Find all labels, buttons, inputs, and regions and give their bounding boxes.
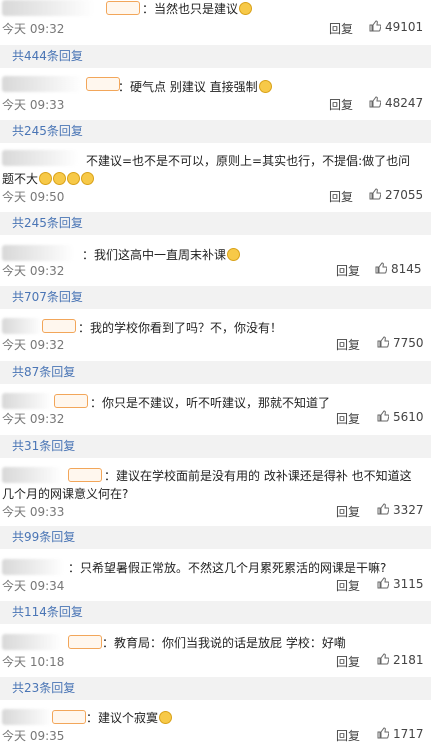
comment-time: 今天 09:32	[2, 264, 65, 278]
like-count: 49101	[385, 20, 424, 34]
more-replies-link[interactable]: 共707条回复	[0, 286, 431, 309]
emoji-face-icon	[258, 80, 272, 93]
comment-time: 今天 09:33	[2, 505, 65, 519]
emoji-face-icon	[67, 172, 81, 185]
comment-text: ：建议个寂寞	[86, 709, 173, 727]
comment-time: 今天 09:50	[2, 190, 65, 204]
comment-text: ：当然也只是建议	[142, 0, 253, 18]
emoji-face-icon	[53, 172, 67, 185]
like-button[interactable]: 27055	[369, 188, 423, 202]
comment-time: 今天 10:18	[2, 655, 65, 669]
like-button[interactable]: 2181	[377, 653, 424, 667]
reply-button[interactable]: 回复	[329, 96, 353, 113]
more-replies-link[interactable]: 共114条回复	[0, 601, 431, 624]
more-replies-link[interactable]: 共23条回复	[0, 677, 431, 700]
like-button[interactable]: 48247	[369, 96, 423, 110]
emoji-face-icon	[81, 172, 95, 185]
like-count: 3327	[393, 503, 424, 517]
user-badge-icon	[68, 635, 102, 649]
more-replies-link[interactable]: 共245条回复	[0, 120, 431, 143]
thumbs-up-icon	[377, 336, 389, 348]
reply-button[interactable]: 回复	[336, 653, 360, 670]
thumbs-up-icon	[377, 503, 389, 515]
like-count: 27055	[385, 188, 424, 202]
more-replies-link[interactable]: 共444条回复	[0, 45, 431, 68]
blurred-username[interactable]	[2, 76, 82, 92]
blurred-username[interactable]	[2, 318, 42, 334]
comment-time: 今天 09:32	[2, 412, 65, 426]
thumbs-up-icon	[377, 727, 389, 739]
like-button[interactable]: 3327	[377, 503, 424, 517]
comment-text: ：我们这高中一直周末补课	[82, 246, 241, 264]
reply-button[interactable]: 回复	[336, 577, 360, 594]
comment-text: ：只希望暑假正常放。不然这几个月累死累活的网课是干嘛?	[68, 561, 387, 575]
comment-text: ：我的学校你看到了吗？不，你没有！	[78, 321, 283, 335]
reply-button[interactable]: 回复	[336, 336, 360, 353]
like-count: 2181	[393, 653, 424, 667]
blurred-username[interactable]	[2, 559, 64, 575]
reply-button[interactable]: 回复	[336, 503, 360, 520]
user-badge-icon	[106, 1, 140, 15]
blurred-username[interactable]	[2, 245, 74, 261]
user-badge-icon	[52, 710, 86, 724]
like-button[interactable]: 3115	[377, 577, 424, 591]
blurred-username[interactable]	[2, 0, 94, 16]
emoji-face-icon	[159, 711, 173, 724]
thumbs-up-icon	[375, 262, 387, 274]
more-replies-link[interactable]: 共245条回复	[0, 212, 431, 235]
comment-time: 今天 09:33	[2, 98, 65, 112]
thumbs-up-icon	[377, 410, 389, 422]
comment-text: 不建议=也不是不可以，原则上=其实也行，不提倡:做了也问题不大	[2, 154, 411, 186]
like-count: 5610	[393, 410, 424, 424]
thumbs-up-icon	[377, 577, 389, 589]
user-badge-icon	[54, 394, 88, 408]
like-button[interactable]: 1717	[377, 727, 424, 741]
user-badge-icon	[42, 319, 76, 333]
more-replies-link[interactable]: 共87条回复	[0, 361, 431, 384]
reply-button[interactable]: 回复	[329, 20, 353, 37]
blurred-username[interactable]	[2, 709, 52, 725]
reply-button[interactable]: 回复	[336, 262, 360, 279]
emoji-face-icon	[227, 248, 241, 261]
emoji-face-icon	[39, 172, 53, 185]
thumbs-up-icon	[369, 96, 381, 108]
comment-time: 今天 09:32	[2, 22, 65, 36]
reply-button[interactable]: 回复	[336, 727, 360, 744]
like-button[interactable]: 7750	[377, 336, 424, 350]
user-badge-icon	[86, 77, 120, 91]
thumbs-up-icon	[369, 20, 381, 32]
thumbs-up-icon	[377, 653, 389, 665]
like-count: 1717	[393, 727, 424, 741]
like-button[interactable]: 5610	[377, 410, 424, 424]
like-count: 3115	[393, 577, 424, 591]
emoji-face-icon	[239, 2, 253, 15]
comment-text: ：教育局：你们当我说的话是放屁 学校：好嘞	[102, 636, 346, 650]
reply-button[interactable]: 回复	[336, 410, 360, 427]
comment-text: ：硬气点 别建议 直接强制	[118, 78, 272, 96]
reply-button[interactable]: 回复	[329, 188, 353, 205]
like-button[interactable]: 8145	[375, 262, 422, 276]
comment-time: 今天 09:32	[2, 338, 65, 352]
more-replies-link[interactable]: 共99条回复	[0, 526, 431, 549]
blurred-username[interactable]	[2, 634, 62, 650]
blurred-username[interactable]	[2, 393, 52, 409]
comment-time: 今天 09:34	[2, 579, 65, 593]
like-count: 48247	[385, 96, 424, 110]
thumbs-up-icon	[369, 188, 381, 200]
like-count: 8145	[391, 262, 422, 276]
more-replies-link[interactable]: 共31条回复	[0, 435, 431, 458]
like-count: 7750	[393, 336, 424, 350]
comment-text: ：你只是不建议，听不听建议，那就不知道了	[90, 396, 331, 410]
like-button[interactable]: 49101	[369, 20, 423, 34]
comment-text: ：建议在学校面前是没有用的 改补课还是得补 也不知道这几个月的网课意义何在?	[2, 469, 412, 501]
comment-time: 今天 09:35	[2, 729, 65, 743]
